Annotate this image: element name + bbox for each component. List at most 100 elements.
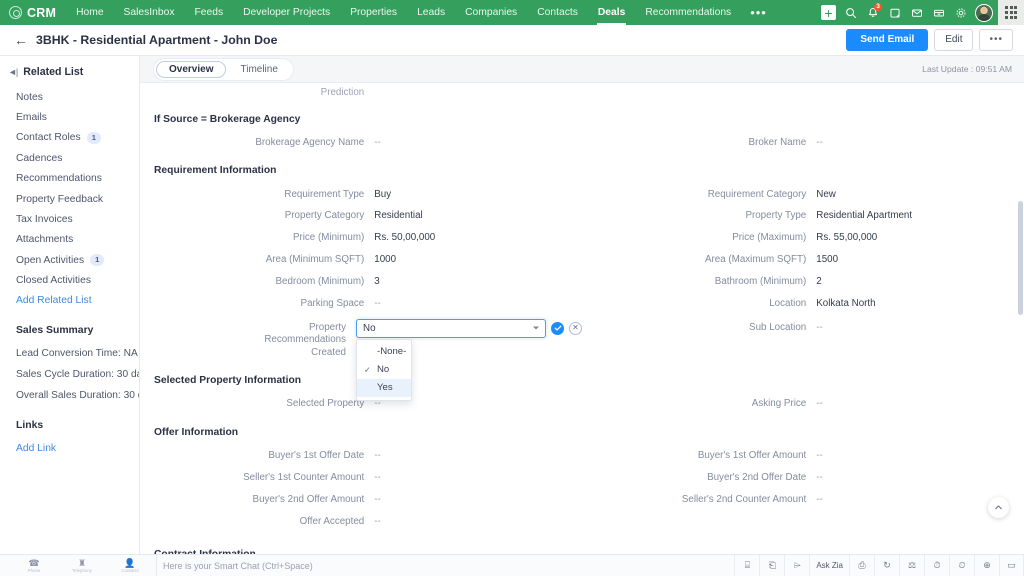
nav-item-feeds[interactable]: Feeds xyxy=(185,0,234,25)
field-label-price-maximum: Price (Maximum) xyxy=(732,232,807,244)
search-icon[interactable] xyxy=(840,0,862,25)
brand[interactable]: CRM xyxy=(0,6,66,20)
apps-grid-icon[interactable] xyxy=(998,0,1024,25)
back-arrow-icon[interactable]: ← xyxy=(0,33,36,47)
confirm-edit-button[interactable] xyxy=(551,321,564,335)
add-record-button[interactable]: + xyxy=(821,5,836,20)
sidebar-item-contact-roles[interactable]: Contact Roles 1 xyxy=(0,127,139,148)
notes-icon[interactable]: ⎗ xyxy=(759,554,784,576)
field-value-offer-accepted[interactable]: -- xyxy=(374,515,582,529)
field-value-buyers-2nd-offer-date[interactable]: -- xyxy=(816,471,1024,485)
field-value-price-maximum[interactable]: Rs. 55,00,000 xyxy=(816,231,1024,245)
sidebar-item-tax-invoices[interactable]: Tax Invoices xyxy=(0,209,139,229)
chevron-down-icon[interactable] xyxy=(533,326,539,330)
send-email-button[interactable]: Send Email xyxy=(846,29,929,51)
field-value-bedroom-minimum[interactable]: 3 xyxy=(374,275,582,289)
ask-zia-button[interactable]: Ask Zia xyxy=(809,554,849,576)
field-value-property-category[interactable]: Residential xyxy=(374,209,582,223)
field-value-area-minimum-sqft[interactable]: 1000 xyxy=(374,253,582,267)
scroll-to-top-button[interactable] xyxy=(988,497,1009,518)
history-icon[interactable]: ⏲ xyxy=(949,554,974,576)
nav-item-home[interactable]: Home xyxy=(66,0,113,25)
dropdown-option-no[interactable]: ✓ No xyxy=(357,361,411,379)
tab-overview[interactable]: Overview xyxy=(156,60,227,78)
user-avatar[interactable] xyxy=(975,3,993,22)
property-recommendations-created-select[interactable]: No xyxy=(356,318,546,338)
share-icon[interactable]: ⎙ xyxy=(849,554,874,576)
tab-timeline[interactable]: Timeline xyxy=(227,61,290,78)
dropdown-option-none[interactable]: -None- xyxy=(357,343,411,361)
field-value-buyers-1st-offer-date[interactable]: -- xyxy=(374,449,582,463)
sidebar-item-property-feedback[interactable]: Property Feedback xyxy=(0,189,139,209)
smart-chat-input[interactable]: Here is your Smart Chat (Ctrl+Space) xyxy=(163,561,313,571)
window-icon[interactable]: ▭ xyxy=(999,554,1024,576)
settings-gear-icon[interactable] xyxy=(950,0,972,25)
add-link-button[interactable]: Add Link xyxy=(0,438,139,458)
sales-summary-title: Sales Summary xyxy=(16,325,94,337)
nav-item-deals[interactable]: Deals xyxy=(588,0,635,25)
sidebar-item-cadences[interactable]: Cadences xyxy=(0,149,139,169)
nav-item-companies[interactable]: Companies xyxy=(455,0,527,25)
field-value-broker-name[interactable]: -- xyxy=(816,136,1024,150)
sidebar-item-closed-activities[interactable]: Closed Activities xyxy=(0,271,139,291)
field-value-area-maximum-sqft[interactable]: 1500 xyxy=(816,253,1024,267)
sidebar-item-emails[interactable]: Emails xyxy=(0,107,139,127)
field-label-requirement-type: Requirement Type xyxy=(284,188,365,200)
sidebar-item-recommendations[interactable]: Recommendations xyxy=(0,169,139,189)
field-value-asking-price[interactable]: -- xyxy=(816,397,1024,411)
field-cell: Buyer's 2nd Offer Amount -- xyxy=(140,493,582,507)
nav-more-button[interactable]: ••• xyxy=(741,5,776,20)
nav-item-recommendations[interactable]: Recommendations xyxy=(635,0,741,25)
field-cell: Bedroom (Minimum) 3 xyxy=(140,275,582,289)
notifications-bell-icon[interactable]: 3 xyxy=(862,0,884,25)
more-actions-button[interactable]: ••• xyxy=(979,29,1013,51)
chat-icon[interactable]: ⌸ xyxy=(734,554,759,576)
record-subheader: ← 3BHK - Residential Apartment - John Do… xyxy=(0,25,1024,56)
mail-icon[interactable] xyxy=(906,0,928,25)
field-cell: Sub Location -- xyxy=(582,319,1024,360)
footer-contacts-item[interactable]: 👤 Contacts xyxy=(106,558,154,573)
footer-telephony-item[interactable]: ♜ Telephony xyxy=(58,558,106,573)
field-value-requirement-category[interactable]: New xyxy=(816,188,1024,202)
nav-item-developer-projects[interactable]: Developer Projects xyxy=(233,0,340,25)
footer-phone-item[interactable]: ☎ Phone xyxy=(10,558,58,573)
field-label-sub-location: Sub Location xyxy=(749,321,807,333)
compare-icon[interactable]: ⚖ xyxy=(899,554,924,576)
sidebar-item-attachments[interactable]: Attachments xyxy=(0,229,139,249)
add-icon[interactable]: ⊕ xyxy=(974,554,999,576)
cancel-edit-button[interactable]: ✕ xyxy=(569,321,582,335)
field-value-sellers-1st-counter-amount[interactable]: -- xyxy=(374,471,582,485)
field-value-buyers-1st-offer-amount[interactable]: -- xyxy=(816,449,1024,463)
field-value-property-type[interactable]: Residential Apartment xyxy=(816,209,1024,223)
add-related-list-link[interactable]: Add Related List xyxy=(0,291,139,311)
field-value-parking-space[interactable]: -- xyxy=(374,297,582,311)
field-value-buyers-2nd-offer-amount[interactable]: -- xyxy=(374,493,582,507)
field-value-price-minimum[interactable]: Rs. 50,00,000 xyxy=(374,231,582,245)
sidebar-item-open-activities[interactable]: Open Activities 1 xyxy=(0,250,139,271)
collapse-sidebar-icon[interactable]: ◄| xyxy=(8,67,18,77)
feed-icon[interactable] xyxy=(928,0,950,25)
field-value-sub-location[interactable]: -- xyxy=(816,319,1024,335)
field-value-requirement-type[interactable]: Buy xyxy=(374,188,582,202)
dropdown-option-yes[interactable]: Yes xyxy=(357,378,411,397)
field-cell: Asking Price -- xyxy=(582,397,1024,411)
nav-item-properties[interactable]: Properties xyxy=(340,0,407,25)
field-value-brokerage-agency-name[interactable]: -- xyxy=(374,136,582,150)
field-value-bathroom-minimum[interactable]: 2 xyxy=(816,275,1024,289)
overall-sales-duration: Overall Sales Duration: 30 day(s) xyxy=(16,390,139,402)
calendar-icon[interactable] xyxy=(884,0,906,25)
table-row: Brokerage Agency Name -- Broker Name -- xyxy=(140,132,1024,154)
nav-item-contacts[interactable]: Contacts xyxy=(527,0,588,25)
edit-button[interactable]: Edit xyxy=(934,29,974,51)
refresh-icon[interactable]: ↻ xyxy=(874,554,899,576)
announce-icon[interactable]: ⌲ xyxy=(784,554,809,576)
nav-item-leads[interactable]: Leads xyxy=(407,0,455,25)
timer-icon[interactable]: ⏱ xyxy=(924,554,949,576)
sidebar-item-notes[interactable]: Notes xyxy=(0,87,139,107)
field-value-location[interactable]: Kolkata North xyxy=(816,297,1024,311)
content-scrollbar[interactable] xyxy=(1018,113,1023,552)
scrollbar-thumb[interactable] xyxy=(1018,200,1023,315)
field-label-selected-property: Selected Property xyxy=(286,398,365,410)
links-title: Links xyxy=(16,420,44,432)
nav-item-salesinbox[interactable]: SalesInbox xyxy=(114,0,185,25)
